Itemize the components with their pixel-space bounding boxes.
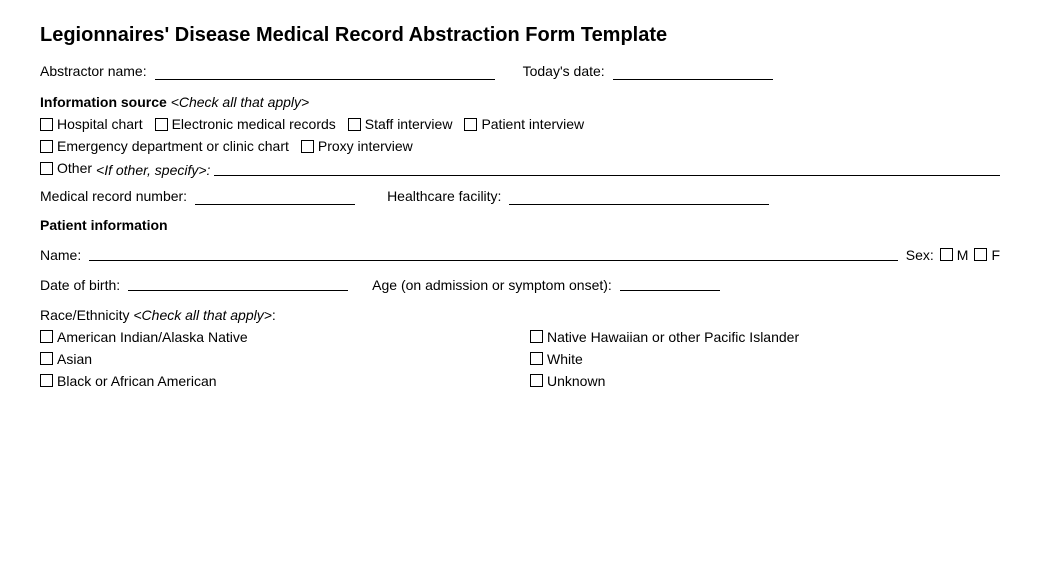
race-section: Race/Ethnicity <Check all that apply>: A… xyxy=(40,307,1000,389)
race-label: Race/Ethnicity <Check all that apply>: xyxy=(40,307,1000,323)
age-line xyxy=(620,290,720,291)
checkbox-proxy-interview-box[interactable] xyxy=(301,140,314,153)
checkbox-other-box[interactable] xyxy=(40,162,53,175)
checkbox-patient-interview[interactable]: Patient interview xyxy=(464,116,584,132)
checkbox-emr[interactable]: Electronic medical records xyxy=(155,116,336,132)
checkbox-hospital-chart[interactable]: Hospital chart xyxy=(40,116,143,132)
checkbox-white-box[interactable] xyxy=(530,352,543,365)
sex-m-label: M xyxy=(957,247,969,263)
checkbox-asian-box[interactable] xyxy=(40,352,53,365)
sex-group: Sex: M F xyxy=(906,247,1000,263)
checkbox-other-label: Other xyxy=(57,160,92,176)
checkbox-hospital-chart-box[interactable] xyxy=(40,118,53,131)
info-source-row1: Hospital chart Electronic medical record… xyxy=(40,116,1000,132)
checkbox-ed-chart-label: Emergency department or clinic chart xyxy=(57,138,289,154)
checkbox-native-hawaiian[interactable]: Native Hawaiian or other Pacific Islande… xyxy=(530,329,1000,345)
checkbox-patient-interview-label: Patient interview xyxy=(481,116,584,132)
date-line xyxy=(613,63,773,80)
checkbox-native-hawaiian-label: Native Hawaiian or other Pacific Islande… xyxy=(547,329,799,345)
checkbox-hospital-chart-label: Hospital chart xyxy=(57,116,143,132)
facility-line xyxy=(509,188,769,205)
checkbox-emr-label: Electronic medical records xyxy=(172,116,336,132)
checkbox-native-hawaiian-box[interactable] xyxy=(530,330,543,343)
dob-row: Date of birth: Age (on admission or symp… xyxy=(40,277,1000,293)
checkbox-american-indian[interactable]: American Indian/Alaska Native xyxy=(40,329,510,345)
mrn-row: Medical record number: Healthcare facili… xyxy=(40,188,1000,205)
checkbox-staff-interview[interactable]: Staff interview xyxy=(348,116,453,132)
checkbox-black-box[interactable] xyxy=(40,374,53,387)
checkbox-asian[interactable]: Asian xyxy=(40,351,510,367)
other-specify-label: <If other, specify>: xyxy=(96,162,210,178)
other-specify-line xyxy=(214,175,1000,176)
date-label: Today's date: xyxy=(523,63,605,79)
abstractor-row: Abstractor name: Today's date: xyxy=(40,63,1000,80)
mrn-line xyxy=(195,188,355,205)
name-label: Name: xyxy=(40,247,81,263)
checkbox-black-label: Black or African American xyxy=(57,373,217,389)
checkbox-american-indian-label: American Indian/Alaska Native xyxy=(57,329,248,345)
sex-f-label: F xyxy=(991,247,1000,263)
checkbox-white[interactable]: White xyxy=(530,351,1000,367)
checkbox-white-label: White xyxy=(547,351,583,367)
checkbox-ed-chart[interactable]: Emergency department or clinic chart xyxy=(40,138,289,154)
name-row: Name: Sex: M F xyxy=(40,247,1000,263)
name-line xyxy=(89,260,898,261)
checkbox-ed-chart-box[interactable] xyxy=(40,140,53,153)
other-row: Other <If other, specify>: xyxy=(40,160,1000,178)
checkbox-sex-m-box[interactable] xyxy=(940,248,953,261)
checkbox-patient-interview-box[interactable] xyxy=(464,118,477,131)
checkbox-emr-box[interactable] xyxy=(155,118,168,131)
checkbox-asian-label: Asian xyxy=(57,351,92,367)
checkbox-staff-interview-box[interactable] xyxy=(348,118,361,131)
checkbox-proxy-interview[interactable]: Proxy interview xyxy=(301,138,413,154)
abstractor-label: Abstractor name: xyxy=(40,63,147,79)
dob-line xyxy=(128,290,348,291)
checkbox-sex-m[interactable]: M xyxy=(940,247,969,263)
mrn-label: Medical record number: xyxy=(40,188,187,204)
checkbox-black[interactable]: Black or African American xyxy=(40,373,510,389)
info-source-row2: Emergency department or clinic chart Pro… xyxy=(40,138,1000,154)
checkbox-staff-interview-label: Staff interview xyxy=(365,116,453,132)
race-grid: American Indian/Alaska Native Native Haw… xyxy=(40,329,1000,389)
checkbox-other[interactable]: Other xyxy=(40,160,92,176)
facility-label: Healthcare facility: xyxy=(387,188,501,204)
checkbox-proxy-interview-label: Proxy interview xyxy=(318,138,413,154)
checkbox-sex-f-box[interactable] xyxy=(974,248,987,261)
checkbox-unknown-box[interactable] xyxy=(530,374,543,387)
age-label: Age (on admission or symptom onset): xyxy=(372,277,612,293)
dob-label: Date of birth: xyxy=(40,277,120,293)
checkbox-sex-f[interactable]: F xyxy=(974,247,1000,263)
sex-label: Sex: xyxy=(906,247,934,263)
patient-info-section-label: Patient information xyxy=(40,217,1000,233)
checkbox-unknown-label: Unknown xyxy=(547,373,605,389)
checkbox-unknown[interactable]: Unknown xyxy=(530,373,1000,389)
page-title: Legionnaires' Disease Medical Record Abs… xyxy=(40,24,1000,47)
abstractor-line xyxy=(155,63,495,80)
info-source-section-label: Information source <Check all that apply… xyxy=(40,94,1000,110)
checkbox-american-indian-box[interactable] xyxy=(40,330,53,343)
